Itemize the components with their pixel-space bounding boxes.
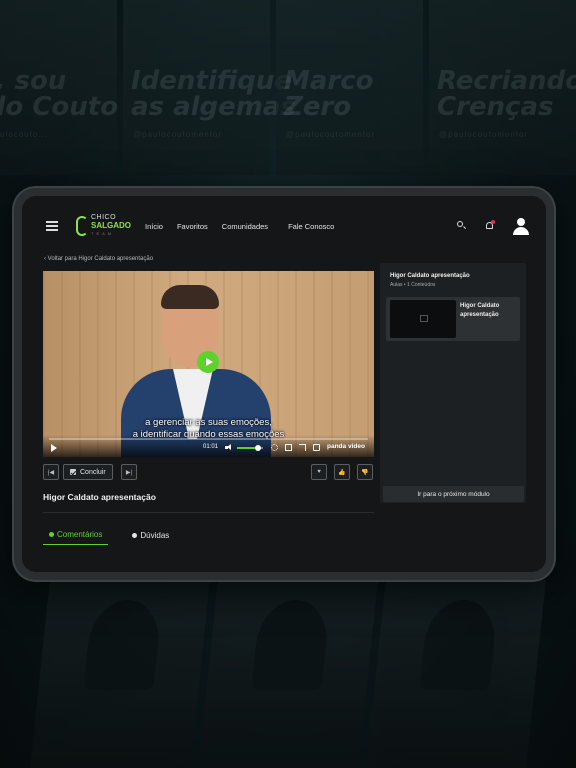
conclude-label: Concluir xyxy=(80,468,106,476)
video-controls: 01:01 panda video xyxy=(43,435,374,457)
picture-in-picture-icon[interactable] xyxy=(285,444,292,451)
poster-title: Marco Zero xyxy=(284,66,374,122)
tablet-screen: CHICO SALGADO TEAM Início Favoritos Comu… xyxy=(22,196,546,572)
tab-label: Comentários xyxy=(57,530,103,539)
poster: Recriando Crenças @paulocoutomentor xyxy=(429,0,576,175)
main-nav: Início Favoritos Comunidades Fale Conosc… xyxy=(145,222,334,231)
notification-dot xyxy=(491,220,495,224)
poster-title: Recriando Crenças xyxy=(437,66,576,122)
question-icon xyxy=(132,532,138,538)
previous-lesson-button[interactable]: |◀ xyxy=(43,464,59,480)
dislike-thumb-down-button[interactable]: 👎 xyxy=(357,464,373,480)
logo-text: CHICO SALGADO TEAM xyxy=(91,214,131,238)
user-avatar[interactable] xyxy=(512,217,530,235)
background-photo xyxy=(198,580,378,768)
nav-item-fale-conosco[interactable]: Fale Conosco xyxy=(288,222,334,231)
person-silhouette xyxy=(419,600,499,690)
brand-logo[interactable]: CHICO SALGADO TEAM xyxy=(76,214,131,238)
volume-slider[interactable] xyxy=(237,445,263,451)
tab-comentarios[interactable]: Comentários xyxy=(43,530,109,545)
fullscreen-icon[interactable] xyxy=(299,444,306,451)
video-person-hair xyxy=(161,285,219,309)
background-photo xyxy=(366,580,546,768)
logo-line2: SALGADO xyxy=(91,221,131,230)
nav-item-inicio[interactable]: Início xyxy=(145,222,163,231)
tab-label: Dúvidas xyxy=(140,530,170,540)
poster: a, sou ulo Couto @paulocouto... xyxy=(0,0,119,175)
comment-icon xyxy=(49,532,54,537)
app-background: a, sou ulo Couto @paulocouto... Identifi… xyxy=(0,0,576,768)
next-lesson-button[interactable]: ▶| xyxy=(121,464,137,480)
logo-mark-icon xyxy=(76,216,88,236)
background-photos xyxy=(0,580,576,768)
video-progress-bar[interactable] xyxy=(49,438,368,440)
conclude-button[interactable]: Concluir xyxy=(63,464,113,480)
video-time: 01:01 xyxy=(203,444,219,450)
background-photo xyxy=(30,580,210,768)
nav-item-favoritos[interactable]: Favoritos xyxy=(177,222,208,231)
tab-duvidas[interactable]: Dúvidas xyxy=(126,530,175,545)
lesson-item-title: Higor Caldato apresentação xyxy=(460,303,500,318)
settings-gear-icon[interactable] xyxy=(271,444,278,451)
module-title: Higor Caldato apresentação xyxy=(390,273,470,279)
search-icon[interactable] xyxy=(456,220,468,232)
module-subtitle: Aulas • 1 Conteúdos xyxy=(390,282,436,288)
play-icon xyxy=(205,358,213,366)
poster-title: Identifique as algemas xyxy=(131,66,296,122)
top-navbar: CHICO SALGADO TEAM Início Favoritos Comu… xyxy=(22,196,546,256)
cast-icon[interactable] xyxy=(313,444,320,451)
next-module-button[interactable]: Ir para o próximo módulo xyxy=(383,486,524,502)
person-silhouette xyxy=(83,600,163,690)
content-tabs: Comentários Dúvidas xyxy=(43,530,175,545)
image-placeholder-icon xyxy=(420,315,428,322)
poster: Marco Zero @paulocoutomentor xyxy=(276,0,423,175)
video-caption-line1: a gerenciar as suas emoções, xyxy=(145,417,272,428)
play-icon[interactable] xyxy=(51,444,57,452)
favorite-heart-button[interactable]: ♥ xyxy=(311,464,327,480)
module-sidebar: Higor Caldato apresentação Aulas • 1 Con… xyxy=(380,263,526,503)
big-play-button[interactable] xyxy=(197,351,219,373)
background-posters: a, sou ulo Couto @paulocouto... Identifi… xyxy=(0,0,576,200)
tablet-frame: CHICO SALGADO TEAM Início Favoritos Comu… xyxy=(14,188,554,580)
check-icon xyxy=(70,469,76,475)
volume-icon[interactable] xyxy=(225,444,232,451)
poster-handle: @paulocoutomentor xyxy=(286,130,376,139)
lesson-actions: |◀ Concluir ▶| ♥ 👍 👎 xyxy=(43,464,374,480)
nav-item-comunidades[interactable]: Comunidades xyxy=(222,222,268,231)
poster-handle: @paulocoutomentor xyxy=(133,130,223,139)
volume-knob[interactable] xyxy=(254,445,261,451)
logo-line3: TEAM xyxy=(91,231,115,236)
poster-title: a, sou ulo Couto xyxy=(0,66,119,122)
hamburger-menu-icon[interactable] xyxy=(46,221,58,231)
panda-video-brand: panda video xyxy=(327,443,365,450)
poster-handle: @paulocouto... xyxy=(0,130,48,139)
poster: Identifique as algemas @paulocoutomentor xyxy=(123,0,296,175)
video-player[interactable]: a gerenciar as suas emoções, a identific… xyxy=(43,271,374,457)
poster-handle: @paulocoutomentor xyxy=(439,130,529,139)
like-thumb-up-button[interactable]: 👍 xyxy=(334,464,350,480)
back-link[interactable]: ‹ Voltar para Higor Caldato apresentação xyxy=(44,256,153,262)
lesson-title: Higor Caldato apresentação xyxy=(43,492,156,502)
lesson-list-item[interactable]: Higor Caldato apresentação xyxy=(386,297,520,341)
person-silhouette xyxy=(251,600,331,690)
header-actions xyxy=(456,217,530,235)
lesson-thumbnail xyxy=(390,300,456,338)
notification-bell-icon[interactable] xyxy=(484,220,496,232)
divider xyxy=(43,512,374,513)
